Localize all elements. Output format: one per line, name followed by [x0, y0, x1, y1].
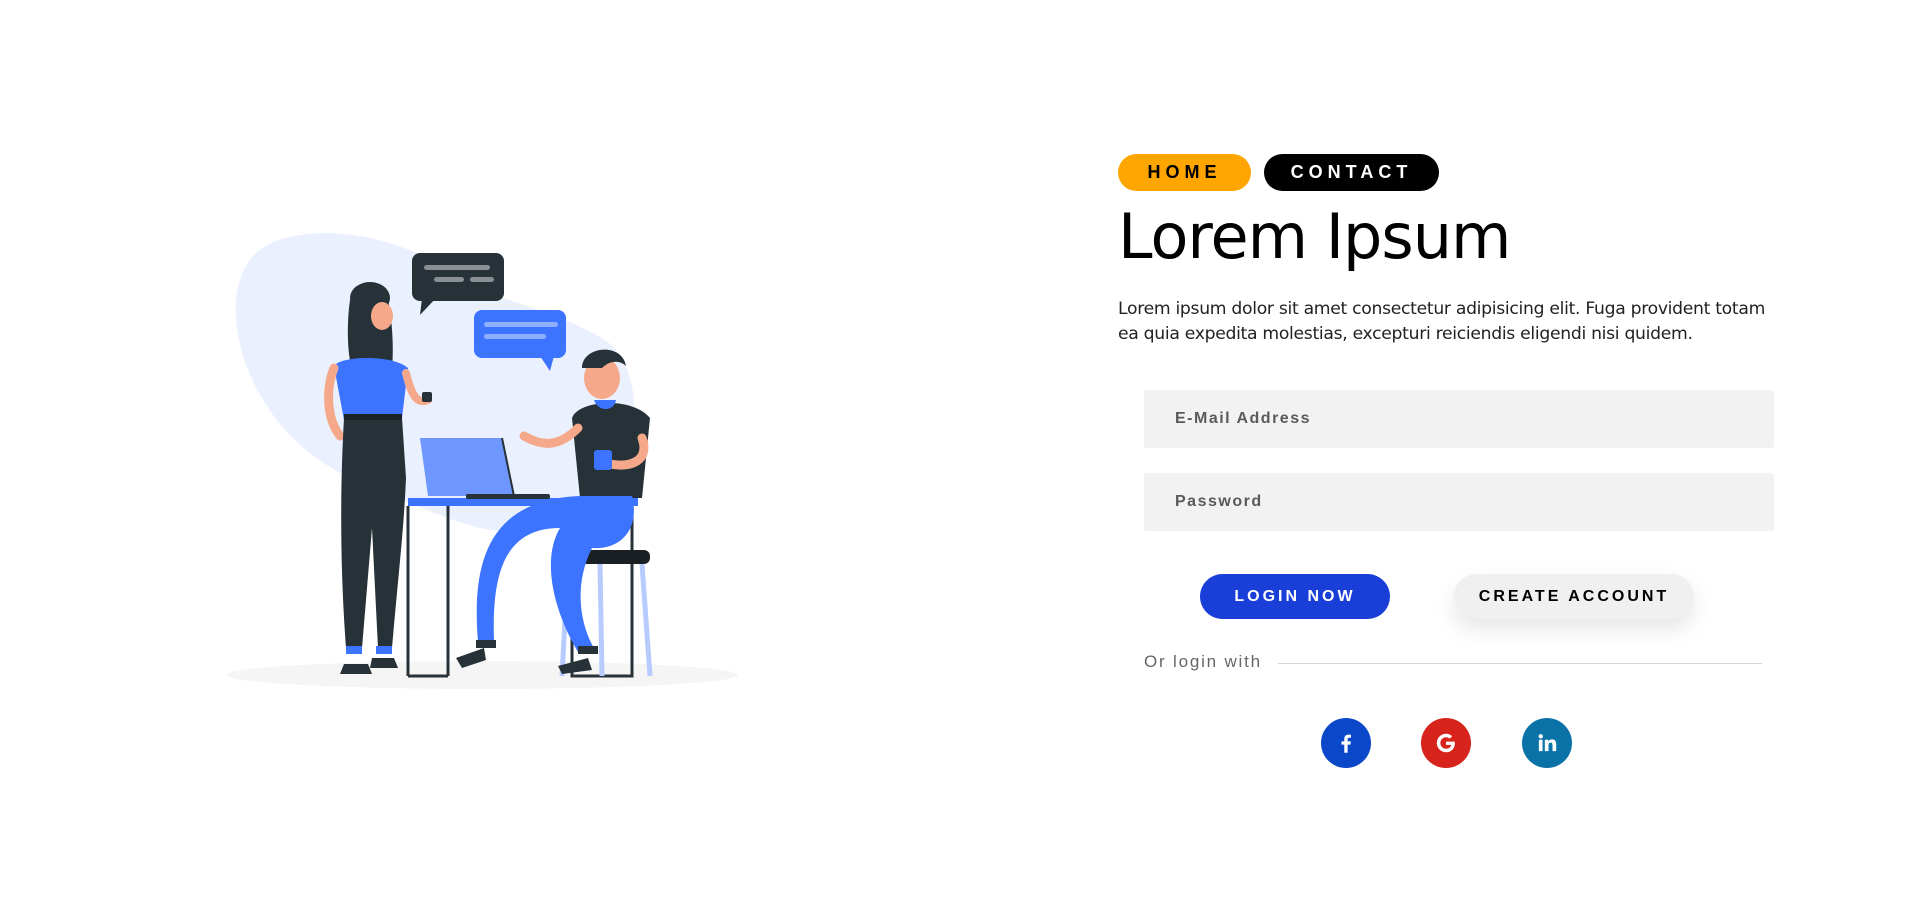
page-title: Lorem Ipsum [1118, 200, 1511, 273]
linkedin-login-button[interactable] [1522, 718, 1572, 768]
email-field[interactable] [1144, 390, 1774, 448]
login-panel: HOME CONTACT Lorem Ipsum Lorem ipsum dol… [1118, 154, 1778, 768]
nav-contact-button[interactable]: CONTACT [1264, 154, 1439, 191]
divider-line [1277, 663, 1762, 664]
password-field[interactable] [1144, 473, 1774, 531]
login-button[interactable]: LOGIN NOW [1200, 574, 1390, 619]
facebook-icon [1341, 734, 1351, 753]
hero-illustration [222, 228, 742, 698]
page-description: Lorem ipsum dolor sit amet consectetur a… [1118, 299, 1766, 344]
people-chatting-illustration [226, 233, 738, 689]
google-login-button[interactable] [1421, 718, 1471, 768]
top-nav: HOME CONTACT [1118, 154, 1778, 191]
or-login-label: Or login with [1144, 652, 1262, 671]
create-account-button[interactable]: CREATE ACCOUNT [1454, 574, 1694, 619]
linkedin-icon [1538, 734, 1557, 752]
or-login-divider: Or login with [1144, 652, 1762, 672]
google-icon [1436, 733, 1455, 753]
nav-home-button[interactable]: HOME [1118, 154, 1251, 191]
facebook-login-button[interactable] [1321, 718, 1371, 768]
